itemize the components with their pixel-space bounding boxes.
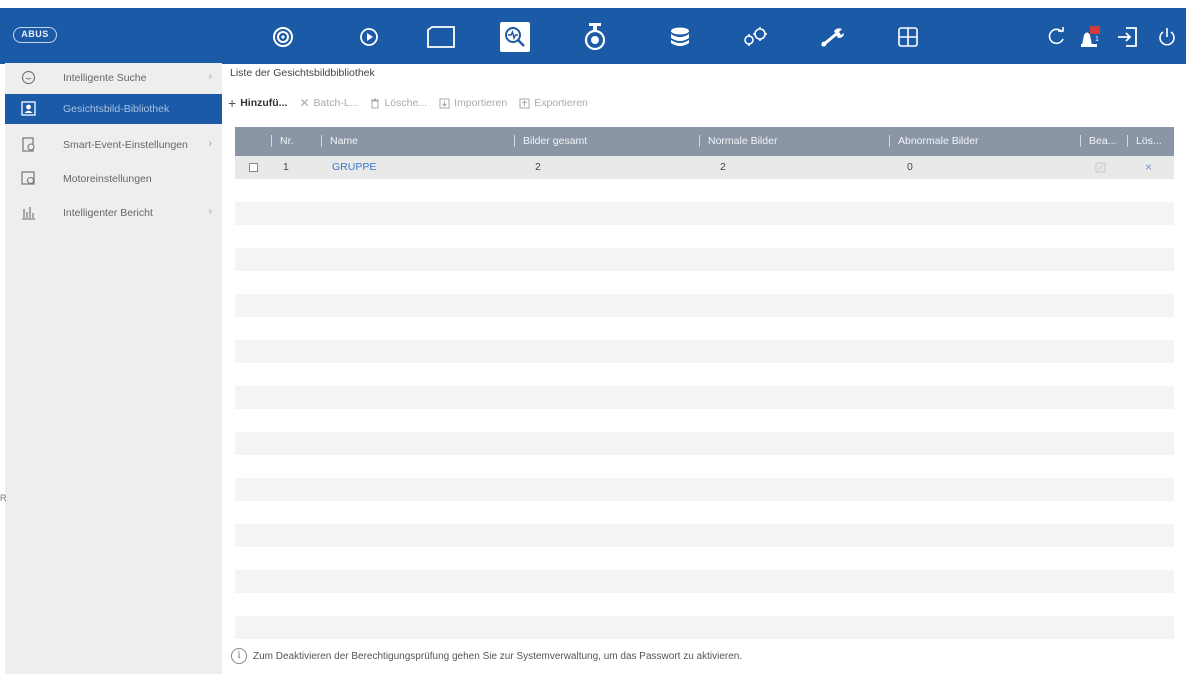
sidebar-item-label: Smart-Event-Einstellungen: [63, 139, 188, 151]
empty-row: [235, 593, 1174, 616]
camera-icon[interactable]: [580, 22, 610, 52]
sidebar-item-label: Intelligenter Bericht: [63, 207, 153, 219]
search-face-icon: [21, 70, 36, 85]
table-row[interactable]: 1 GRUPPE 2 2 0 ×: [235, 156, 1174, 179]
top-navigation-bar: ABUS 1: [0, 8, 1186, 64]
empty-row: [235, 455, 1174, 478]
empty-row: [235, 317, 1174, 340]
chevron-right-icon: ›: [208, 138, 212, 149]
playback-icon[interactable]: [354, 22, 384, 52]
table-header: Nr. Name Bilder gesamt Normale Bilder Ab…: [235, 127, 1174, 156]
row-total-images: 2: [535, 161, 541, 173]
row-nr: 1: [283, 161, 289, 173]
power-icon[interactable]: [1152, 22, 1182, 52]
page-title: Liste der Gesichtsbildbibliothek: [230, 67, 375, 79]
face-library-icon: [21, 101, 36, 116]
empty-row: [235, 363, 1174, 386]
delete-button-label: Lösche...: [384, 97, 428, 109]
empty-row: [235, 202, 1174, 225]
empty-row: [235, 340, 1174, 363]
edge-fragment-text: R: [0, 493, 7, 503]
empty-row: [235, 294, 1174, 317]
alarm-count-badge: 1: [1095, 36, 1099, 43]
empty-row: [235, 478, 1174, 501]
sidebar-item-intelligent-search[interactable]: Intelligente Suche ›: [5, 63, 222, 93]
import-icon: [439, 98, 450, 108]
info-footer: i Zum Deaktivieren der Berechtigungsprüf…: [231, 648, 742, 664]
empty-row: [235, 616, 1174, 639]
sidebar-item-smart-event-settings[interactable]: Smart-Event-Einstellungen ›: [5, 130, 222, 160]
empty-row: [235, 248, 1174, 271]
row-normal-images: 2: [720, 161, 726, 173]
import-button[interactable]: Importieren: [439, 97, 507, 109]
empty-row: [235, 432, 1174, 455]
empty-row: [235, 271, 1174, 294]
column-header-delete: Lös...: [1127, 127, 1173, 156]
face-library-table: Nr. Name Bilder gesamt Normale Bilder Ab…: [235, 127, 1174, 639]
empty-row: [235, 179, 1174, 202]
import-button-label: Importieren: [454, 97, 508, 109]
column-header-abnormal: Abnormale Bilder: [889, 127, 1069, 156]
close-icon: ✕: [299, 96, 310, 110]
storage-icon[interactable]: [665, 22, 695, 52]
logout-icon[interactable]: [1112, 22, 1142, 52]
sidebar-item-label: Motoreinstellungen: [63, 173, 152, 185]
info-icon: i: [231, 648, 247, 664]
export-button-label: Exportieren: [534, 97, 588, 109]
alarm-icon[interactable]: 1: [1075, 22, 1105, 52]
engine-settings-icon: [21, 171, 35, 185]
sidebar-item-face-library[interactable]: Gesichtsbild-Bibliothek: [5, 94, 222, 124]
event-settings-icon: [22, 137, 35, 152]
batch-delete-button[interactable]: ✕ Batch-L...: [299, 96, 358, 110]
sidebar-item-intelligent-report[interactable]: Intelligenter Bericht ›: [5, 198, 222, 228]
empty-row: [235, 409, 1174, 432]
row-abnormal-images: 0: [907, 161, 913, 173]
column-header-nr: Nr.: [271, 127, 311, 156]
chevron-right-icon: ›: [208, 71, 212, 82]
delete-row-icon[interactable]: ×: [1145, 156, 1152, 179]
sidebar-item-engine-settings[interactable]: Motoreinstellungen: [5, 164, 222, 194]
report-chart-icon: [22, 207, 35, 220]
row-checkbox[interactable]: [249, 163, 258, 172]
sidebar-item-label: Gesichtsbild-Bibliothek: [63, 103, 170, 115]
add-button-label: Hinzufü...: [240, 97, 288, 109]
column-header-name[interactable]: Name: [321, 127, 511, 156]
empty-row: [235, 386, 1174, 409]
edit-icon[interactable]: [1095, 162, 1106, 173]
files-icon[interactable]: [426, 22, 456, 52]
live-view-icon[interactable]: [268, 22, 298, 52]
footer-note: Zum Deaktivieren der Berechtigungsprüfun…: [253, 650, 743, 662]
refresh-icon[interactable]: [1041, 22, 1071, 52]
toolbar: + Hinzufü... ✕ Batch-L... Lösche... Impo…: [228, 94, 600, 112]
delete-button[interactable]: Lösche...: [370, 97, 427, 109]
sidebar-item-label: Intelligente Suche: [63, 72, 147, 84]
empty-row: [235, 225, 1174, 248]
export-icon: [519, 98, 530, 108]
trash-icon: [371, 98, 380, 108]
export-button[interactable]: Exportieren: [519, 97, 588, 109]
empty-row: [235, 570, 1174, 593]
empty-row: [235, 501, 1174, 524]
smart-search-icon[interactable]: [500, 22, 530, 52]
empty-row: [235, 547, 1174, 570]
chevron-right-icon: ›: [208, 206, 212, 217]
multiview-icon[interactable]: [893, 22, 923, 52]
select-all-checkbox[interactable]: [249, 127, 259, 156]
column-header-normal: Normale Bilder: [699, 127, 879, 156]
add-button[interactable]: + Hinzufü...: [228, 95, 287, 111]
config-icon[interactable]: [740, 22, 770, 52]
plus-icon: +: [228, 95, 237, 111]
maintenance-wrench-icon[interactable]: [818, 22, 848, 52]
sidebar: Intelligente Suche › Gesichtsbild-Biblio…: [5, 63, 222, 674]
batch-button-label: Batch-L...: [313, 97, 359, 109]
column-header-total: Bilder gesamt: [514, 127, 694, 156]
empty-row: [235, 524, 1174, 547]
brand-logo: ABUS: [13, 27, 57, 43]
column-header-edit: Bea...: [1080, 127, 1124, 156]
row-name-link[interactable]: GRUPPE: [332, 156, 376, 179]
